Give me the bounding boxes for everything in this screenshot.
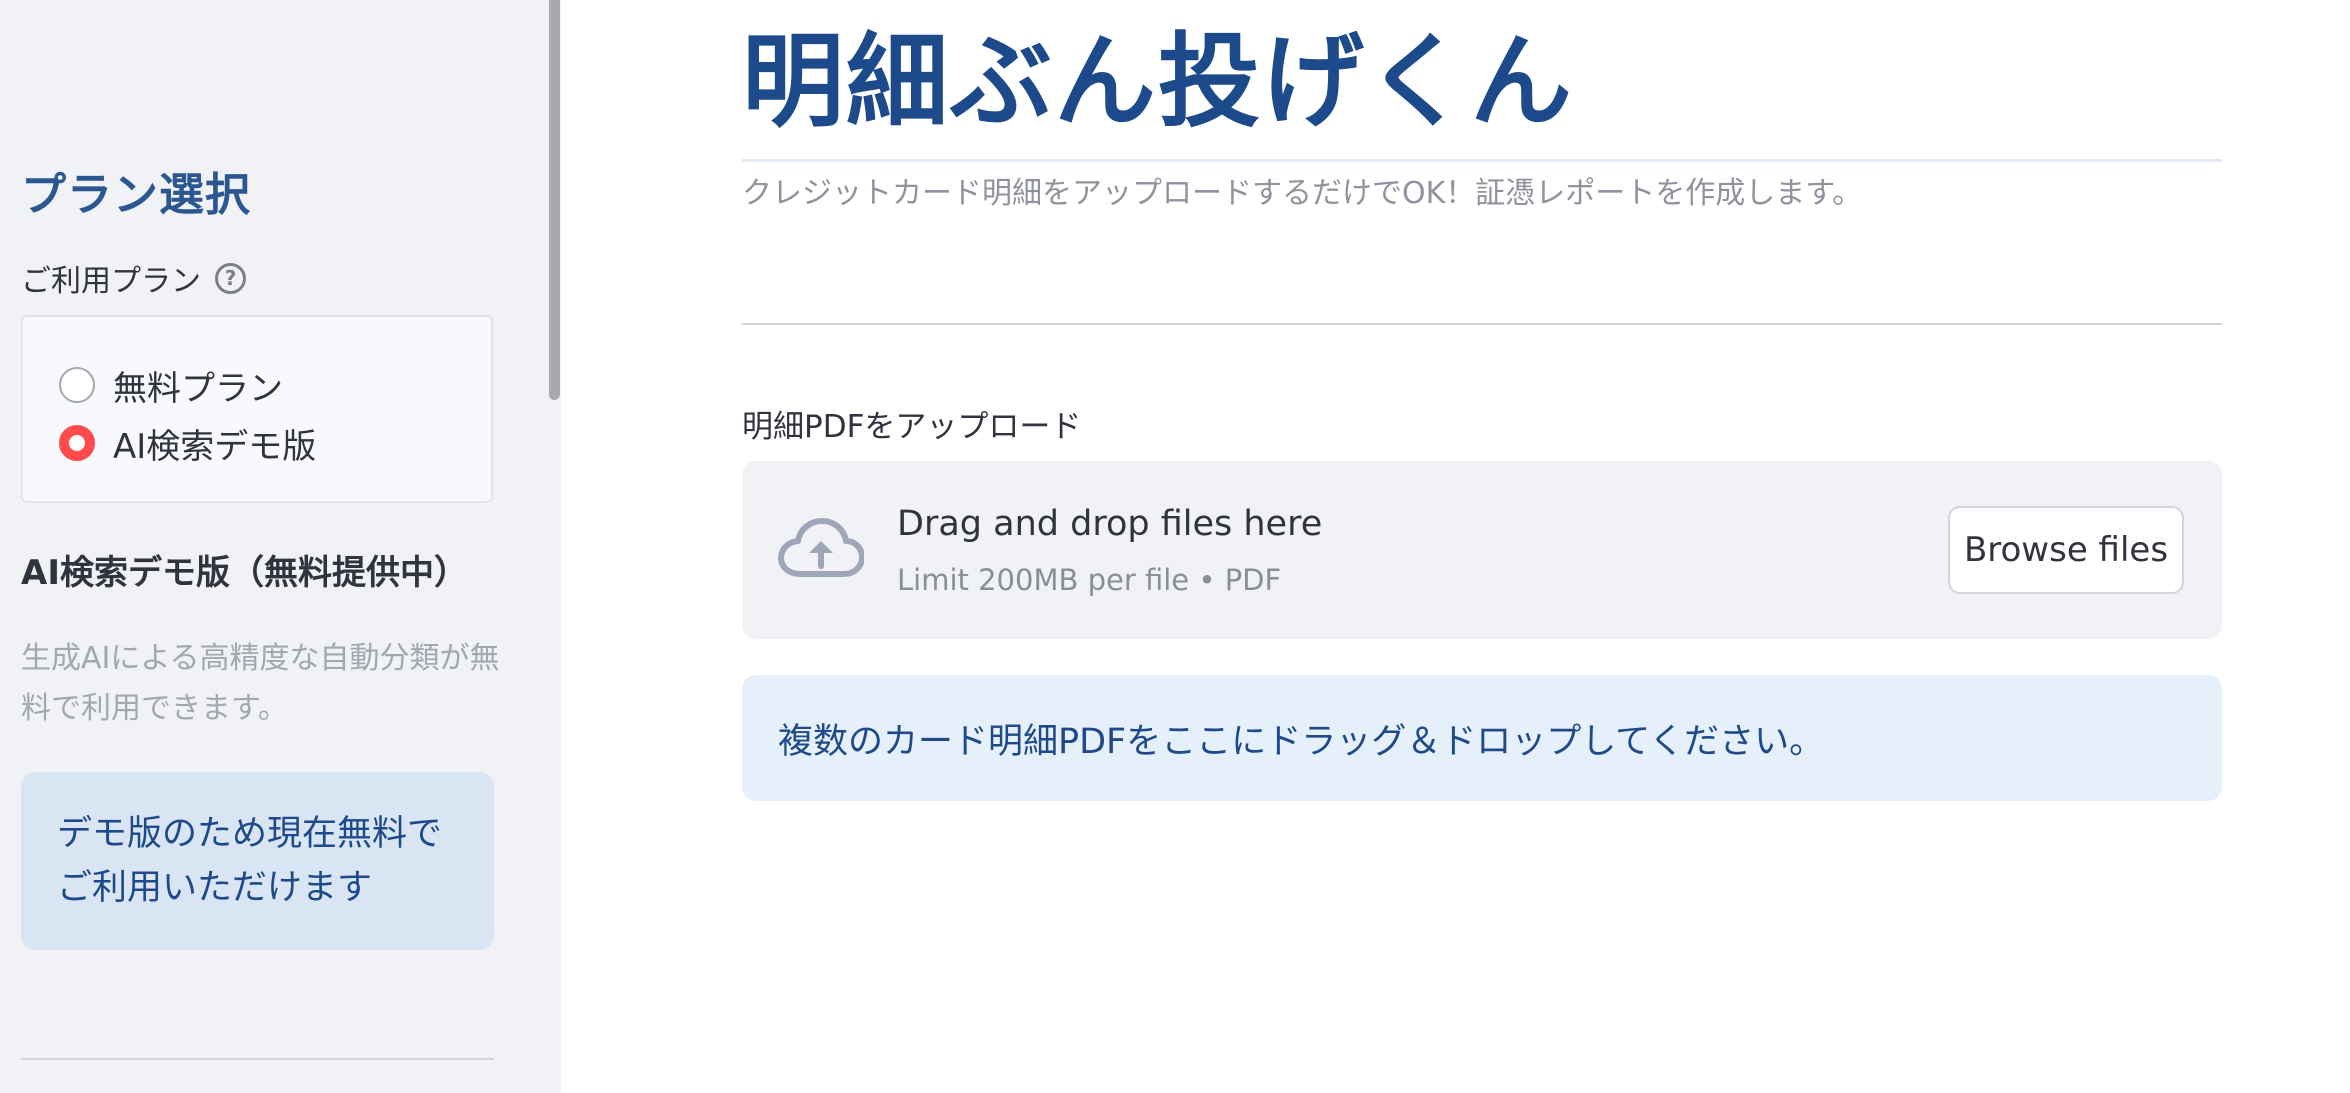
demo-plan-description: 生成AIによる高精度な自動分類が無料で利用できます。 — [21, 641, 500, 726]
page-subtitle: クレジットカード明細をアップロードするだけでOK！証憑レポートを作成します。 — [742, 176, 1863, 211]
sidebar-divider — [21, 1058, 494, 1060]
upload-label: 明細PDFをアップロード — [742, 409, 1082, 445]
plan-radio-group: 無料プラン AI検索デモ版 — [21, 315, 493, 503]
radio-option-free-plan[interactable]: 無料プラン — [59, 362, 283, 409]
browse-files-button[interactable]: Browse files — [1948, 506, 2184, 594]
radio-label: AI検索デモ版 — [113, 426, 317, 467]
cloud-upload-icon — [778, 518, 864, 577]
radio-label: 無料プラン — [113, 368, 283, 409]
section-divider — [742, 323, 2222, 325]
plan-label: ご利用プラン — [21, 264, 201, 299]
info-message: 複数のカード明細PDFをここにドラッグ＆ドロップしてください。 — [742, 675, 2222, 801]
question-circle-icon[interactable]: ? — [215, 262, 246, 294]
sidebar: プラン選択 ご利用プラン ? 無料プラン AI検索デモ版 AI検索デモ版（無料提… — [0, 0, 561, 1093]
radio-button-checked[interactable] — [59, 425, 95, 461]
dropzone-limit: Limit 200MB per file • PDF — [897, 563, 1282, 597]
title-underline — [742, 159, 2222, 162]
plan-label-row: ご利用プラン ? — [21, 258, 246, 299]
page-title: 明細ぶん投げくん — [742, 23, 1574, 142]
sidebar-scrollbar[interactable] — [549, 0, 560, 400]
dropzone-instructions: Drag and drop files here — [897, 504, 1323, 544]
file-dropzone[interactable]: Drag and drop files here Limit 200MB per… — [742, 461, 2222, 639]
radio-button-unchecked[interactable] — [59, 367, 95, 403]
main-content: 明細ぶん投げくん クレジットカード明細をアップロードするだけでOK！証憑レポート… — [561, 0, 2350, 1093]
radio-option-ai-demo[interactable]: AI検索デモ版 — [59, 420, 317, 467]
plan-selection-heading: プラン選択 — [21, 168, 252, 221]
demo-info-callout: デモ版のため現在無料でご利用いただけます — [21, 772, 494, 950]
demo-plan-heading: AI検索デモ版（無料提供中） — [21, 553, 468, 593]
